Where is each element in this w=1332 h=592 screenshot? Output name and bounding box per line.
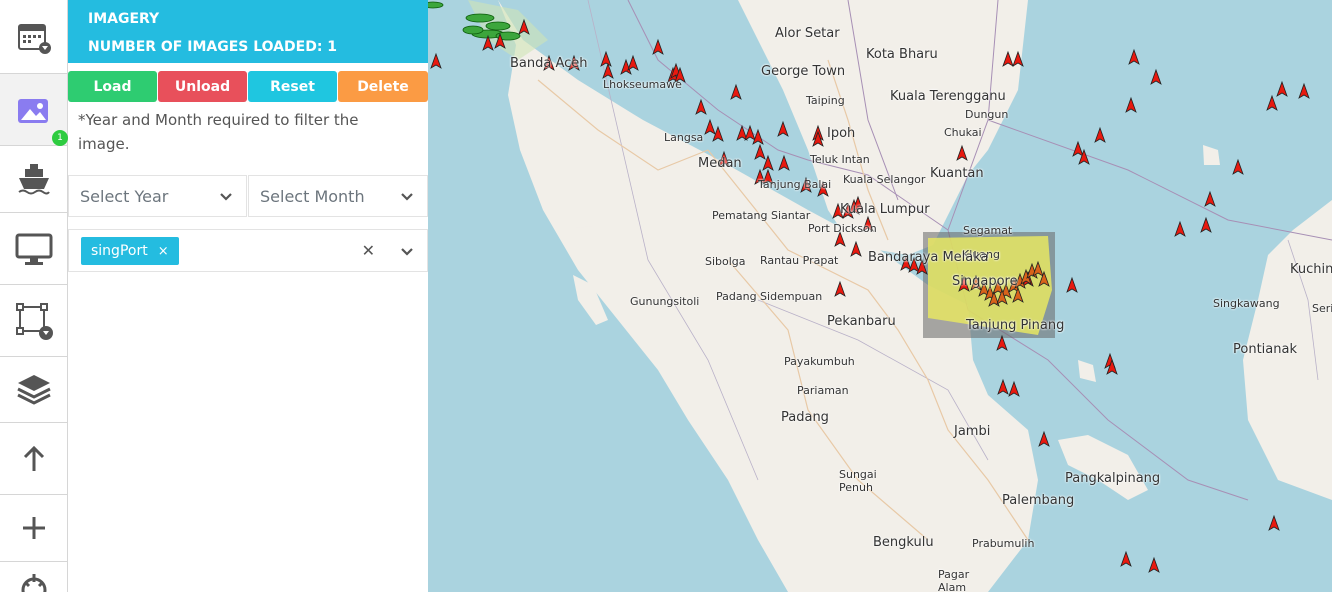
place-label: Pangkalpinang [1065, 471, 1161, 486]
chevron-down-icon [401, 193, 413, 201]
place-label: Langsa [664, 131, 704, 144]
imagery-button[interactable]: 1 [0, 74, 68, 146]
load-button[interactable]: Load [68, 71, 157, 102]
place-label: Kota Bharu [866, 47, 938, 62]
place-label: Port Dickson [808, 222, 877, 235]
image-icon [17, 98, 48, 123]
place-label: Tanjung Pinang [966, 318, 1065, 333]
place-label: Pematang Siantar [712, 209, 811, 222]
place-label: Sungai Penuh [839, 468, 877, 494]
calendar-filter-button[interactable] [0, 0, 67, 74]
place-label: Pontianak [1233, 342, 1297, 357]
ship-wheel-icon [21, 574, 46, 592]
place-label: Padang Sidempuan [716, 290, 823, 303]
place-label: Pariaman [797, 384, 849, 397]
image-multiselect[interactable]: singPort × ✕ [68, 229, 428, 272]
place-label: Rantau Prapat [760, 254, 839, 267]
panel-title: IMAGERY [88, 11, 160, 27]
layers-button[interactable] [0, 357, 67, 423]
place-label: Segamat [963, 224, 1013, 237]
place-label: Jambi [954, 424, 991, 439]
place-label: Sibolga [705, 255, 746, 268]
place-label: Palembang [1002, 493, 1075, 508]
place-label: Ipoh [827, 126, 856, 141]
layers-icon [16, 374, 51, 405]
place-label: Taiping [806, 94, 845, 107]
place-label: Kuala Terengganu [890, 89, 1006, 104]
vessel-button[interactable] [0, 146, 67, 213]
imagery-badge: 1 [52, 130, 68, 146]
place-label: Kuantan [930, 166, 984, 181]
place-label: Lhokseumawe [603, 78, 682, 91]
place-label: Padang [781, 410, 829, 425]
year-select-placeholder: Select Year [80, 187, 169, 206]
tag-remove-button[interactable]: × [158, 244, 169, 259]
place-label: Bandaraya Melaka [868, 250, 989, 265]
chevron-down-icon [220, 193, 232, 201]
tool-rail: 1 [0, 0, 68, 592]
area-select-icon [15, 302, 53, 340]
display-button[interactable] [0, 213, 67, 285]
place-label: Kuala Selangor [843, 173, 926, 186]
place-label: Tanjung Balai [758, 178, 832, 191]
area-filter-button[interactable] [0, 285, 67, 357]
place-label: Dungun [965, 108, 1009, 121]
monitor-icon [15, 233, 52, 265]
place-label: Chukai [944, 126, 982, 139]
place-label: Seri [1312, 302, 1332, 315]
map-view[interactable]: Banda Aceh Lhokseumawe Alor Setar Kota B… [428, 0, 1332, 592]
place-label: Kuching [1290, 262, 1332, 277]
place-label: Bengkulu [873, 535, 934, 550]
place-label: Teluk Intan [810, 153, 870, 166]
place-label: Payakumbuh [784, 355, 855, 368]
upload-button[interactable] [0, 423, 67, 495]
chevron-down-icon[interactable] [399, 243, 415, 259]
place-label: George Town [761, 64, 846, 79]
place-label: Singapore [952, 274, 1018, 289]
panel-header: IMAGERY NUMBER OF IMAGES LOADED: 1 [68, 0, 428, 63]
basemap [428, 0, 1332, 592]
month-select-placeholder: Select Month [260, 187, 365, 206]
zoom-in-button[interactable] [0, 495, 67, 562]
year-select[interactable]: Select Year [68, 175, 247, 217]
place-label: Prabumulih [972, 537, 1035, 550]
selected-image-tag: singPort × [81, 237, 179, 265]
place-label: Kuala Lumpur [840, 202, 930, 217]
filter-note: *Year and Month required to filter the i… [78, 111, 359, 153]
images-loaded-count: NUMBER OF IMAGES LOADED: 1 [88, 39, 338, 55]
place-label: Singkawang [1213, 297, 1280, 310]
place-label: Banda Aceh [510, 56, 588, 71]
calendar-filter-icon [17, 23, 51, 54]
tag-label: singPort [91, 243, 148, 259]
delete-button[interactable]: Delete [338, 71, 428, 102]
place-label: Pekanbaru [827, 314, 896, 329]
reset-button[interactable]: Reset [248, 71, 337, 102]
imagery-panel: IMAGERY NUMBER OF IMAGES LOADED: 1 Load … [68, 0, 428, 592]
place-label: Alor Setar [775, 26, 840, 41]
place-label: Medan [698, 156, 742, 171]
month-select[interactable]: Select Month [248, 175, 428, 217]
unload-button[interactable]: Unload [158, 71, 247, 102]
place-label: Gunungsitoli [630, 295, 700, 308]
helm-button[interactable] [0, 562, 67, 592]
arrow-up-icon [23, 445, 44, 471]
place-label: Pagar Alam [938, 568, 970, 592]
plus-icon [22, 517, 45, 539]
ship-icon [17, 164, 50, 195]
clear-selection-button[interactable]: ✕ [362, 241, 375, 260]
